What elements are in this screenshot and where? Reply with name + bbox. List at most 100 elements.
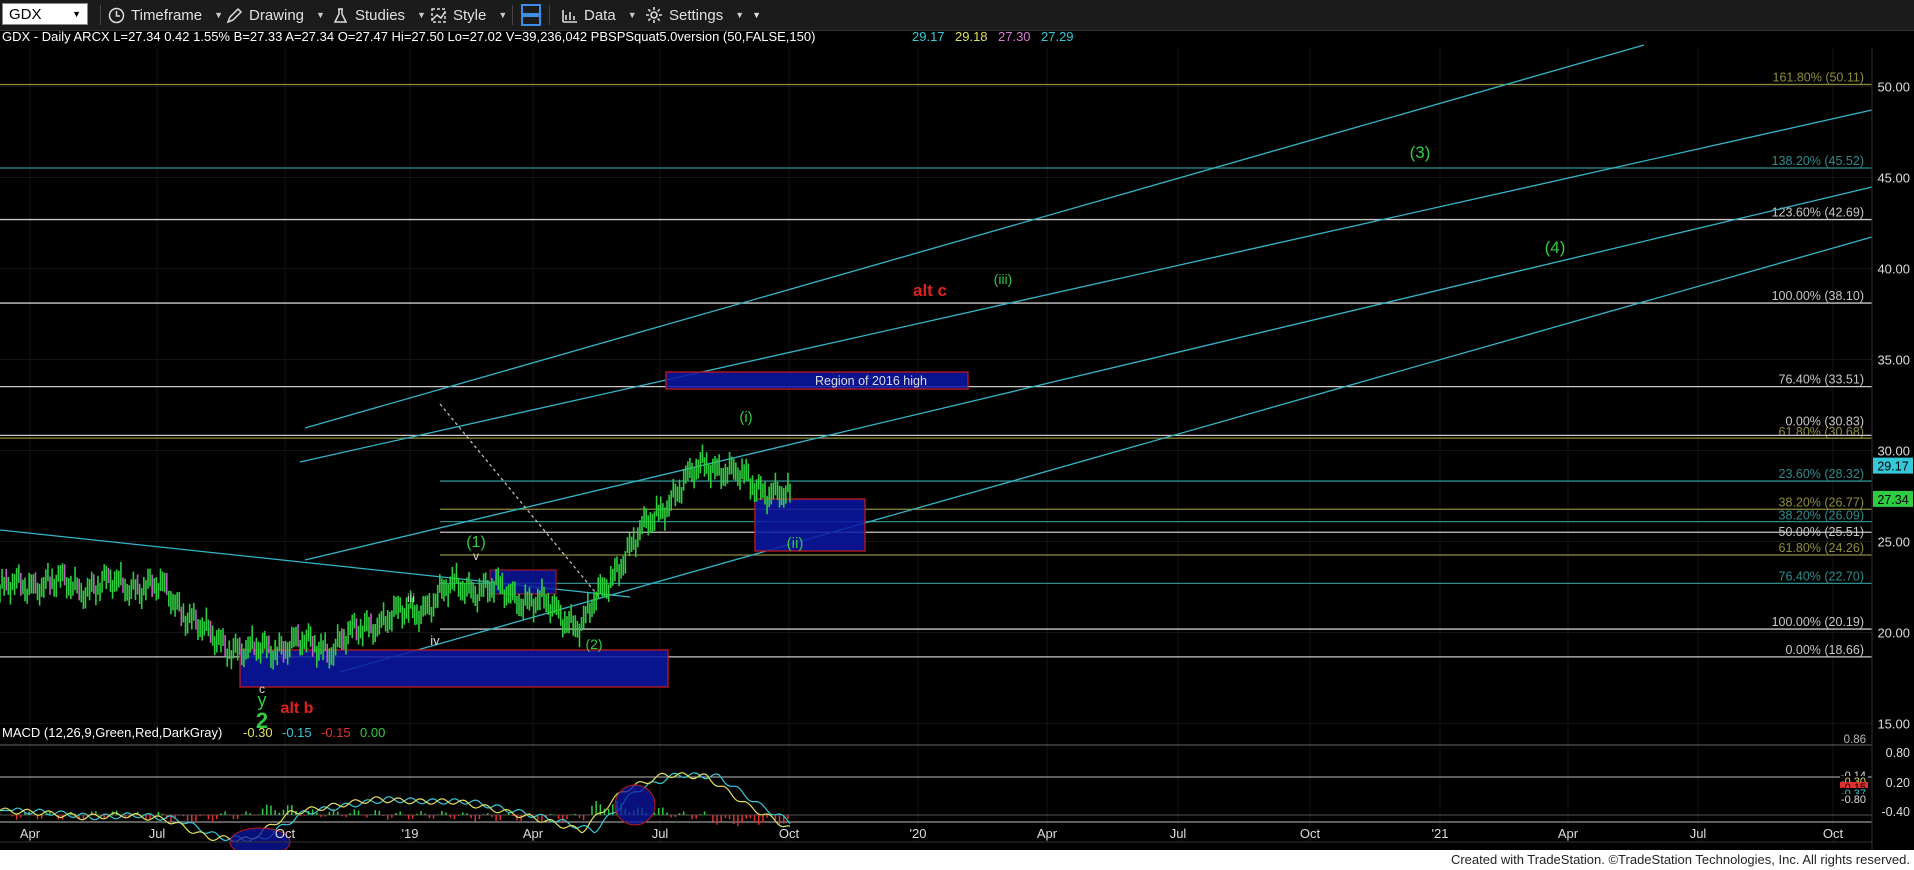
more-options-icon[interactable]: ▼ (752, 10, 761, 20)
wave-label: (4) (1545, 238, 1566, 257)
region-label: Region of 2016 high (815, 374, 927, 388)
wave-label: (iii) (994, 271, 1013, 287)
fib-label: 61.80% (24.26) (1779, 541, 1864, 555)
trend-line (299, 109, 1873, 463)
macd-signal-line (0, 772, 791, 843)
trend-line (304, 186, 1873, 561)
time-axis-label: Jul (1170, 826, 1187, 841)
price-tag-last-text: 27.34 (1877, 493, 1908, 507)
gear-icon (645, 6, 663, 24)
wave-label: iii (407, 591, 415, 605)
style-button[interactable]: Style ▼ (430, 0, 507, 30)
chevron-down-icon: ▼ (627, 10, 637, 20)
price-bars (0, 444, 791, 670)
fib-label: 50.00% (25.51) (1779, 525, 1864, 539)
price-chart[interactable]: 161.80% (50.11)138.20% (45.52)123.60% (4… (0, 30, 1914, 850)
symbol-value: GDX (9, 5, 42, 23)
drawing-label: Drawing (249, 6, 305, 24)
symbol-quote-line: GDX - Daily ARCX L=27.34 0.42 1.55% B=27… (2, 30, 815, 44)
fib-label: 161.80% (50.11) (1773, 70, 1865, 84)
layout-button[interactable] (521, 0, 541, 30)
wave-label: (2) (585, 636, 602, 652)
credit-text: Created with TradeStation. ©TradeStation… (1450, 852, 1910, 867)
time-axis-label: '19 (402, 826, 419, 841)
symbol-dropdown-icon[interactable]: ▼ (72, 9, 81, 19)
wave-label: (ii) (787, 535, 804, 552)
study-value: 27.30 (998, 30, 1031, 44)
chevron-down-icon: ▼ (316, 10, 325, 20)
bar-chart-icon (561, 7, 578, 24)
fib-label: 0.00% (18.66) (1785, 643, 1864, 657)
toolbar-separator (549, 5, 550, 25)
timeframe-label: Timeframe (131, 6, 203, 24)
time-axis-label: Apr (20, 826, 41, 841)
clock-icon (108, 7, 125, 24)
price-axis-tick: 25.00 (1877, 535, 1910, 550)
trend-channels (0, 44, 1873, 673)
macd-line (0, 772, 791, 843)
wave-ii-target-box (754, 498, 866, 552)
fib-label: 100.00% (20.19) (1772, 615, 1864, 629)
target-boxes: Region of 2016 high (239, 371, 969, 688)
symbol-input[interactable]: GDX ▼ (2, 3, 88, 25)
study-value: 29.18 (955, 30, 988, 44)
time-axis-label: Oct (1823, 826, 1844, 841)
wave-label: (3) (1410, 143, 1431, 162)
fib-label: 100.00% (38.10) (1772, 289, 1864, 303)
time-axis-label: Apr (523, 826, 544, 841)
time-axis-label: Apr (1037, 826, 1058, 841)
style-icon (430, 7, 447, 24)
chevron-down-icon: ▼ (417, 10, 426, 20)
wave-label: alt c (913, 281, 947, 300)
fibonacci-levels: 161.80% (50.11)138.20% (45.52)123.60% (4… (0, 70, 1872, 658)
layout-icon (521, 4, 541, 26)
style-label: Style (453, 6, 487, 24)
macd-value: -0.30 (243, 725, 273, 740)
price-axis-tick: 35.00 (1877, 353, 1910, 368)
chevron-down-icon: ▼ (498, 10, 508, 20)
macd-label: MACD (12,26,9,Green,Red,DarkGray) (2, 725, 222, 740)
studies-label: Studies (355, 6, 406, 24)
wave-label: alt b (281, 700, 314, 717)
macd-level-label: 0.86 (1844, 734, 1866, 746)
time-axis-label: Jul (1690, 826, 1707, 841)
studies-button[interactable]: Studies ▼ (332, 0, 426, 30)
study-value: 29.17 (912, 30, 945, 44)
macd-tag: -0.80 (1841, 794, 1866, 806)
wave-label: y (258, 690, 267, 710)
price-axis-tick: 45.00 (1877, 171, 1910, 186)
time-axis-label: Apr (1558, 826, 1579, 841)
time-axis-label: '20 (910, 826, 927, 841)
price-tag-study-text: 29.17 (1877, 460, 1908, 474)
time-axis-label: Oct (1300, 826, 1321, 841)
drawing-button[interactable]: Drawing ▼ (226, 0, 325, 30)
wave-label: v (473, 549, 479, 563)
fib-label: 76.40% (22.70) (1779, 569, 1864, 583)
fib-label: 38.20% (26.77) (1779, 495, 1864, 509)
macd-axis-tick: 0.80 (1886, 746, 1910, 760)
price-axis-tick: 50.00 (1877, 80, 1910, 95)
macd-value: -0.15 (321, 725, 351, 740)
time-axis-label: Oct (275, 826, 296, 841)
toolbar-separator (100, 5, 101, 25)
wave-label: iv (430, 633, 440, 648)
wave-label: (i) (739, 409, 752, 426)
settings-button[interactable]: Settings ▼ ▼ (645, 0, 761, 30)
data-button[interactable]: Data ▼ (561, 0, 637, 30)
trend-line (304, 44, 1645, 429)
fib-label: 138.20% (45.52) (1772, 154, 1864, 168)
toolbar-separator (512, 5, 513, 25)
price-axis-tick: 20.00 (1877, 626, 1910, 641)
price-axis-tick: 15.00 (1877, 717, 1910, 732)
macd-axis-tick: -0.40 (1882, 805, 1911, 819)
fib-label: 0.00% (30.83) (1785, 414, 1864, 428)
settings-label: Settings (669, 6, 724, 24)
data-label: Data (584, 6, 616, 24)
trend-line (339, 236, 1873, 673)
timeframe-button[interactable]: Timeframe ▼ (108, 0, 223, 30)
macd-value: -0.15 (282, 725, 312, 740)
flask-icon (332, 7, 349, 24)
trend-line (439, 403, 601, 599)
fib-label: 76.40% (33.51) (1779, 373, 1864, 387)
time-axis-label: Jul (652, 826, 669, 841)
